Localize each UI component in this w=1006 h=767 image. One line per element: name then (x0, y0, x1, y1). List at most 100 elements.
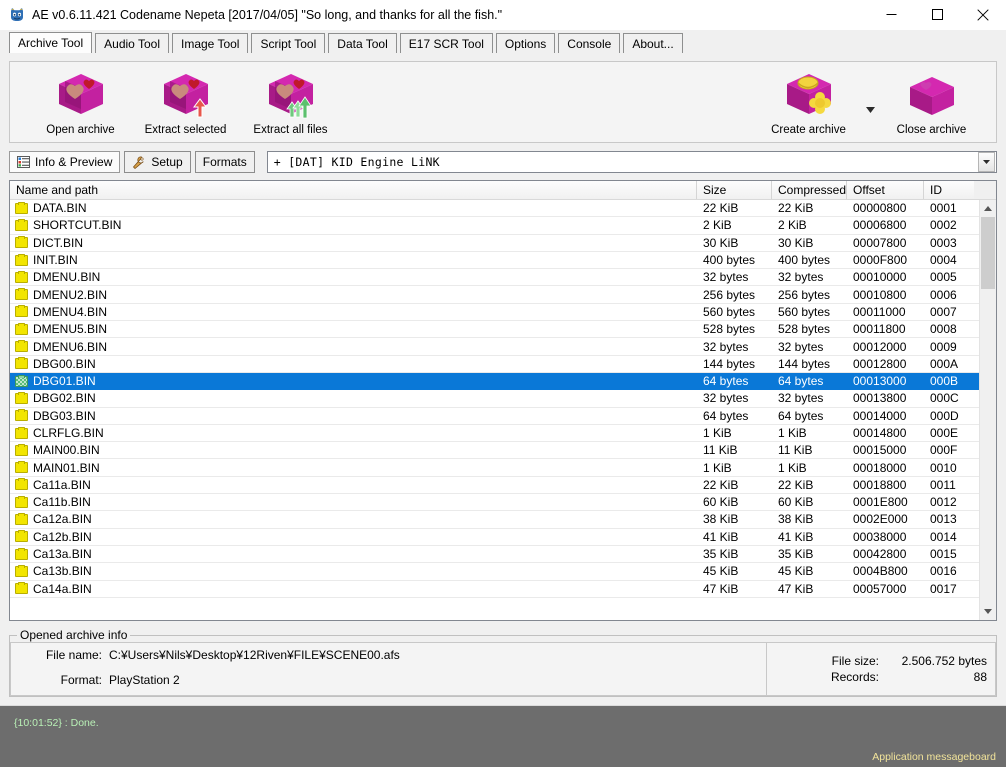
file-name-text: DBG01.BIN (33, 374, 96, 389)
table-row[interactable]: DMENU4.BIN 560 bytes 560 bytes 00011000 0007 (10, 304, 979, 322)
tab-about[interactable]: About... (623, 33, 683, 54)
file-list-body: DATA.BIN 22 KiB 22 KiB 00000800 0001 SHORTCUT… (10, 200, 996, 620)
file-size-cell: 45 KiB (703, 564, 739, 579)
table-row[interactable]: Ca11a.BIN 22 KiB 22 KiB 00018800 0011 (10, 477, 979, 495)
scrollbar-thumb[interactable] (981, 217, 995, 289)
table-row[interactable]: DMENU2.BIN 256 bytes 256 bytes 00010800 0006 (10, 286, 979, 304)
column-header-size[interactable]: Size (697, 181, 772, 199)
chevron-down-icon[interactable] (861, 90, 879, 130)
file-offset-cell: 00042800 (853, 547, 907, 562)
open-archive-button[interactable]: Open archive (28, 66, 133, 136)
file-compressed-cell: 38 KiB (778, 512, 814, 527)
table-row[interactable]: DBG03.BIN 64 bytes 64 bytes 00014000 000D (10, 408, 979, 425)
format-combobox[interactable]: + [DAT] KID Engine LiNK (266, 151, 997, 173)
table-row[interactable]: DICT.BIN 30 KiB 30 KiB 00007800 0003 (10, 235, 979, 252)
magenta-box-heart-icon (55, 70, 107, 120)
table-row[interactable]: DATA.BIN 22 KiB 22 KiB 00000800 0001 (10, 200, 979, 218)
table-row[interactable]: Ca14a.BIN 47 KiB 47 KiB 00057000 0017 (10, 581, 979, 598)
file-id-cell: 0006 (930, 287, 957, 302)
file-offset-cell: 0004B800 (853, 564, 908, 579)
file-id-cell: 0017 (930, 581, 957, 596)
scroll-up-button[interactable] (980, 200, 996, 217)
green-file-icon (15, 374, 28, 387)
table-row[interactable]: DMENU6.BIN 32 bytes 32 bytes 00012000 0009 (10, 338, 979, 356)
tab-options[interactable]: Options (495, 33, 556, 54)
column-header-offset[interactable]: Offset (847, 181, 924, 199)
close-button[interactable] (960, 0, 1006, 30)
extract-all-files-button[interactable]: Extract all files (238, 66, 343, 136)
scrollbar-track[interactable] (980, 217, 996, 603)
file-id-cell: 0009 (930, 339, 957, 354)
tab-console[interactable]: Console (558, 33, 621, 54)
folder-icon (15, 547, 28, 560)
table-row[interactable]: Ca12a.BIN 38 KiB 38 KiB 0002E000 0013 (10, 511, 979, 529)
tab-data-tool[interactable]: Data Tool (328, 33, 397, 54)
tab-archive-tool[interactable]: Archive Tool (9, 32, 93, 54)
table-row[interactable]: INIT.BIN 400 bytes 400 bytes 0000F800 0004 (10, 252, 979, 270)
opened-archive-info-group: Opened archive info File name: C:¥Users¥… (9, 628, 997, 697)
column-header-id[interactable]: ID (924, 181, 974, 199)
table-row[interactable]: DBG02.BIN 32 bytes 32 bytes 00013800 000C (10, 390, 979, 408)
records-value: 88 (973, 670, 987, 684)
table-row[interactable]: MAIN01.BIN 1 KiB 1 KiB 00018000 0010 (10, 459, 979, 477)
file-size-cell: 64 bytes (703, 408, 749, 423)
file-offset-cell: 00013800 (853, 391, 907, 406)
table-row[interactable]: SHORTCUT.BIN 2 KiB 2 KiB 00006800 0002 (10, 217, 979, 235)
file-name-cell: DATA.BIN (10, 201, 697, 215)
file-id-cell: 000D (930, 408, 959, 423)
tab-audio-tool[interactable]: Audio Tool (95, 33, 169, 54)
table-row[interactable]: MAIN00.BIN 11 KiB 11 KiB 00015000 000F (10, 442, 979, 460)
file-compressed-cell: 560 bytes (778, 304, 831, 319)
setup-button[interactable]: Setup (124, 151, 191, 173)
scroll-down-button[interactable] (980, 603, 996, 620)
file-id-cell: 0015 (930, 547, 957, 562)
formats-button[interactable]: Formats (194, 151, 255, 173)
create-archive-button[interactable]: Create archive (756, 66, 861, 136)
tab-e17-scr-tool[interactable]: E17 SCR Tool (399, 33, 493, 54)
close-archive-button[interactable]: Close archive (879, 66, 984, 136)
file-id-cell: 0014 (930, 529, 957, 544)
group-title: Opened archive info (17, 628, 131, 642)
table-row[interactable]: DBG01.BIN 64 bytes 64 bytes 00013000 000B (10, 372, 979, 391)
file-name-text: DMENU2.BIN (33, 287, 108, 302)
file-size-cell: 144 bytes (703, 356, 756, 371)
file-compressed-cell: 22 KiB (778, 201, 814, 216)
table-row[interactable]: Ca13a.BIN 35 KiB 35 KiB 00042800 0015 (10, 546, 979, 564)
file-compressed-cell: 32 bytes (778, 270, 824, 285)
application-window: AE v0.6.11.421 Codename Nepeta [2017/04/… (0, 0, 1006, 767)
folder-icon (15, 495, 28, 508)
tab-script-tool[interactable]: Script Tool (251, 33, 326, 54)
table-row[interactable]: Ca11b.BIN 60 KiB 60 KiB 0001E800 0012 (10, 494, 979, 512)
table-row[interactable]: Ca13b.BIN 45 KiB 45 KiB 0004B800 0016 (10, 563, 979, 581)
folder-icon (15, 461, 28, 474)
file-id-cell: 000F (930, 443, 958, 458)
magenta-box-heart-red-arrow-icon (160, 70, 212, 120)
archive-toolbar: Open archive Extract selected Extract al… (9, 61, 997, 143)
file-name-text: CLRFLG.BIN (33, 426, 104, 440)
file-name-text: DBG00.BIN (33, 356, 96, 371)
chevron-down-icon[interactable] (978, 152, 995, 172)
table-row[interactable]: DMENU5.BIN 528 bytes 528 bytes 00011800 0008 (10, 321, 979, 339)
column-header-name[interactable]: Name and path (10, 181, 697, 199)
info-preview-label: Info & Preview (35, 155, 113, 169)
table-row[interactable]: CLRFLG.BIN 1 KiB 1 KiB 00014800 000E (10, 425, 979, 443)
file-offset-cell: 00000800 (853, 201, 907, 216)
maximize-button[interactable] (914, 0, 960, 30)
folder-icon (15, 322, 28, 335)
format-row: Format: PlayStation 2 (11, 667, 766, 691)
info-preview-button[interactable]: Info & Preview (9, 151, 121, 173)
file-name-text: MAIN01.BIN (33, 460, 100, 475)
minimize-button[interactable] (868, 0, 914, 30)
table-row[interactable]: DMENU.BIN 32 bytes 32 bytes 00010000 0005 (10, 269, 979, 287)
file-name-cell: INIT.BIN (10, 253, 697, 267)
extract-selected-button[interactable]: Extract selected (133, 66, 238, 136)
file-list-vertical-scrollbar[interactable] (979, 200, 996, 620)
table-row[interactable]: Ca12b.BIN 41 KiB 41 KiB 00038000 0014 (10, 529, 979, 546)
tab-image-tool[interactable]: Image Tool (171, 33, 249, 54)
file-compressed-cell: 144 bytes (778, 356, 831, 371)
file-offset-cell: 0002E000 (853, 512, 908, 527)
folder-icon (15, 357, 28, 370)
application-messageboard[interactable]: {10:01:52} : Done. Application messagebo… (0, 705, 1006, 767)
table-row[interactable]: DBG00.BIN 144 bytes 144 bytes 00012800 000A (10, 356, 979, 373)
column-header-compressed[interactable]: Compressed (772, 181, 847, 199)
